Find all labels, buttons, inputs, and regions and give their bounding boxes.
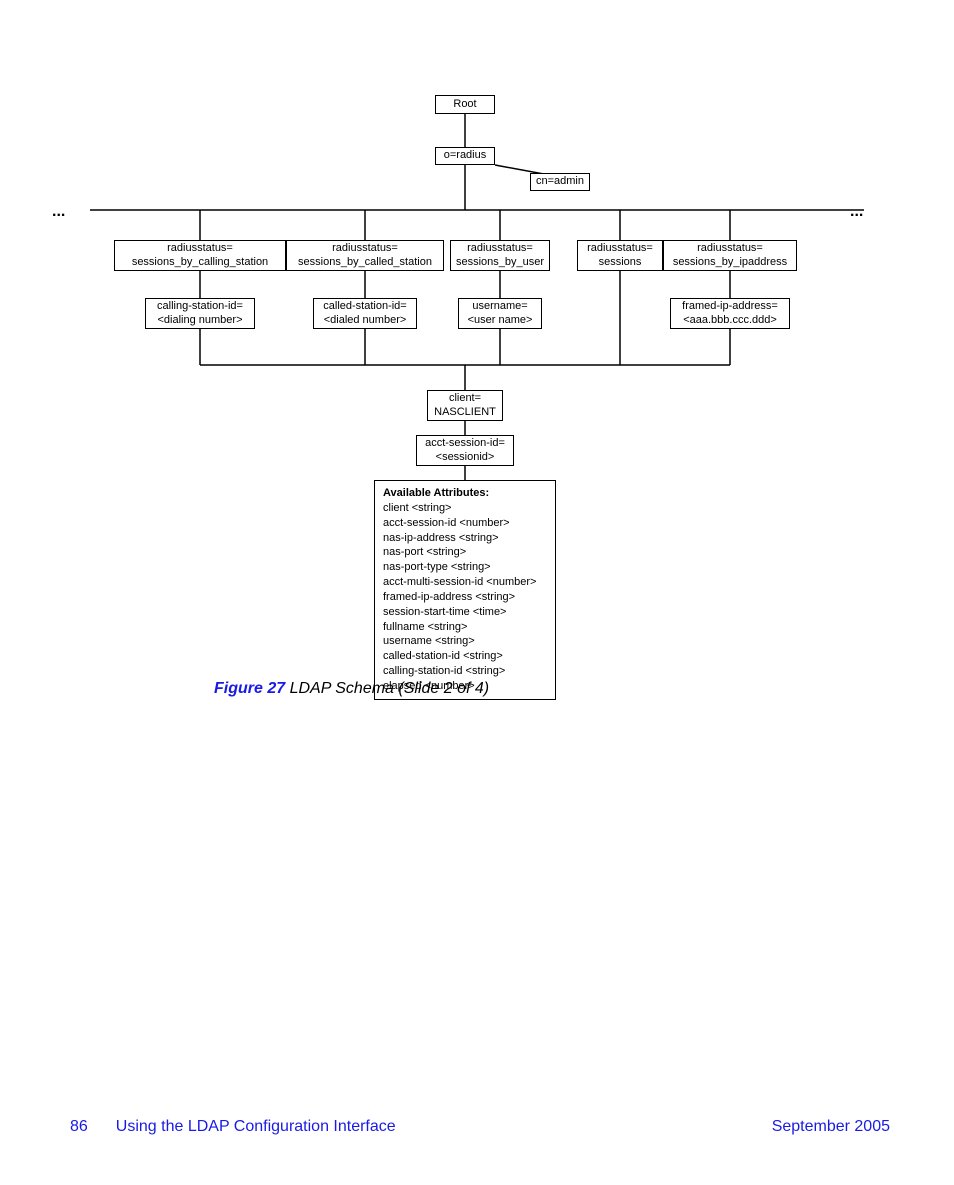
node-line: called-station-id=: [323, 300, 406, 314]
node-root: Root: [435, 95, 495, 114]
node-text: o=radius: [444, 149, 487, 163]
page-footer: 86 Using the LDAP Configuration Interfac…: [70, 1118, 890, 1136]
node-line: framed-ip-address=: [682, 300, 778, 314]
node-line: NASCLIENT: [434, 406, 496, 420]
node-line: radiusstatus=: [467, 242, 533, 256]
node-text: Root: [453, 98, 476, 112]
node-rs5: radiusstatus= sessions_by_ipaddress: [663, 240, 797, 271]
node-rs4: radiusstatus= sessions: [577, 240, 663, 271]
attr-line: nas-port-type <string>: [383, 560, 547, 575]
attr-line: username <string>: [383, 634, 547, 649]
node-line: <sessionid>: [436, 451, 495, 465]
attr-line: client <string>: [383, 501, 547, 516]
node-c1: calling-station-id= <dialing number>: [145, 298, 255, 329]
node-rs1: radiusstatus= sessions_by_calling_statio…: [114, 240, 286, 271]
node-c4: framed-ip-address= <aaa.bbb.ccc.ddd>: [670, 298, 790, 329]
chapter-title: Using the LDAP Configuration Interface: [116, 1118, 396, 1136]
attrs-title: Available Attributes:: [383, 486, 547, 501]
attr-line: nas-port <string>: [383, 545, 547, 560]
attr-line: acct-session-id <number>: [383, 516, 547, 531]
node-line: username=: [472, 300, 527, 314]
attr-line: session-start-time <time>: [383, 605, 547, 620]
ellipsis-left: ...: [52, 203, 65, 221]
node-c2: called-station-id= <dialed number>: [313, 298, 417, 329]
node-session: acct-session-id= <sessionid>: [416, 435, 514, 466]
node-c3: username= <user name>: [458, 298, 542, 329]
node-line: <dialed number>: [324, 314, 407, 328]
node-rs3: radiusstatus= sessions_by_user: [450, 240, 550, 271]
figure-number: Figure 27: [214, 680, 285, 697]
attr-line: framed-ip-address <string>: [383, 590, 547, 605]
node-line: radiusstatus=: [167, 242, 233, 256]
node-line: sessions_by_calling_station: [132, 256, 268, 270]
attr-line: fullname <string>: [383, 620, 547, 635]
node-line: calling-station-id=: [157, 300, 243, 314]
attr-line: calling-station-id <string>: [383, 664, 547, 679]
node-oradius: o=radius: [435, 147, 495, 165]
node-text: cn=admin: [536, 175, 584, 189]
ellipsis-right: ...: [850, 203, 863, 221]
node-cnadmin: cn=admin: [530, 173, 590, 191]
node-client: client= NASCLIENT: [427, 390, 503, 421]
node-attributes: Available Attributes: client <string> ac…: [374, 480, 556, 700]
node-line: client=: [449, 392, 481, 406]
attr-line: nas-ip-address <string>: [383, 531, 547, 546]
figure-title: LDAP Schema (Slide 2 of 4): [290, 680, 490, 697]
node-line: sessions_by_user: [456, 256, 544, 270]
node-line: sessions: [599, 256, 642, 270]
ldap-schema-diagram: Root o=radius cn=admin ... ... radiussta…: [90, 85, 864, 690]
attr-line: acct-multi-session-id <number>: [383, 575, 547, 590]
node-line: sessions_by_called_station: [298, 256, 432, 270]
node-rs2: radiusstatus= sessions_by_called_station: [286, 240, 444, 271]
node-line: acct-session-id=: [425, 437, 505, 451]
attr-line: called-station-id <string>: [383, 649, 547, 664]
node-line: <dialing number>: [157, 314, 242, 328]
node-line: sessions_by_ipaddress: [673, 256, 787, 270]
node-line: radiusstatus=: [697, 242, 763, 256]
node-line: <aaa.bbb.ccc.ddd>: [683, 314, 777, 328]
node-line: <user name>: [468, 314, 533, 328]
figure-caption: Figure 27 LDAP Schema (Slide 2 of 4): [214, 680, 489, 698]
footer-date: September 2005: [772, 1118, 890, 1136]
page-number: 86: [70, 1118, 88, 1136]
node-line: radiusstatus=: [587, 242, 653, 256]
node-line: radiusstatus=: [332, 242, 398, 256]
